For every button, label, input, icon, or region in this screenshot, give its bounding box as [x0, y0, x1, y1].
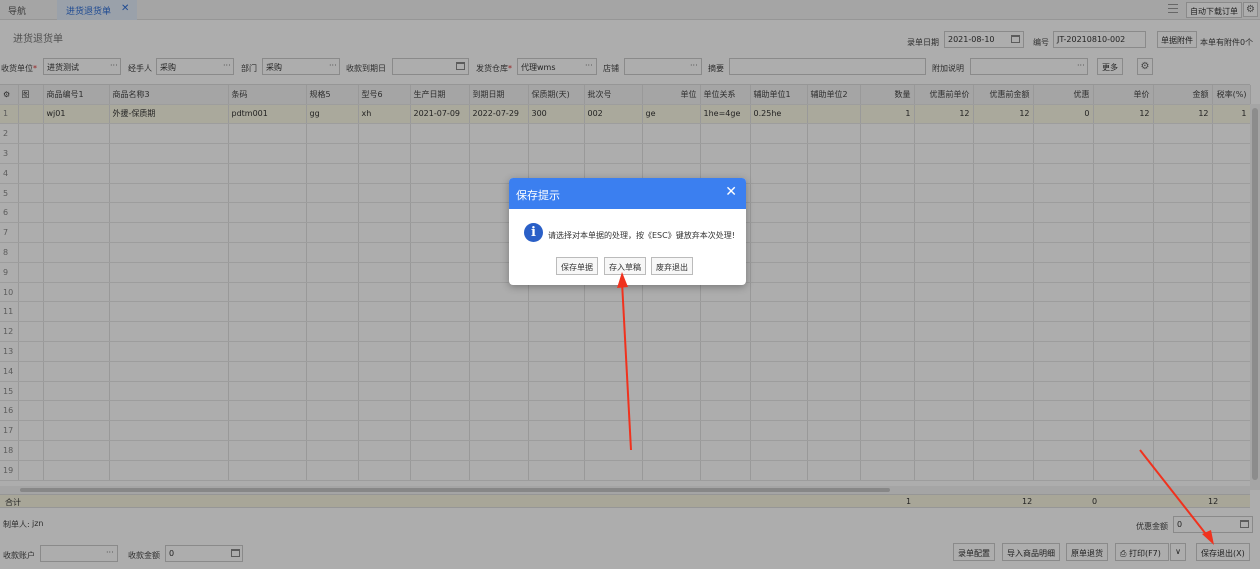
arrow-to-save-exit [1139, 449, 1214, 545]
annotation-arrows [617, 272, 1214, 545]
arrow-to-draft [617, 272, 632, 451]
